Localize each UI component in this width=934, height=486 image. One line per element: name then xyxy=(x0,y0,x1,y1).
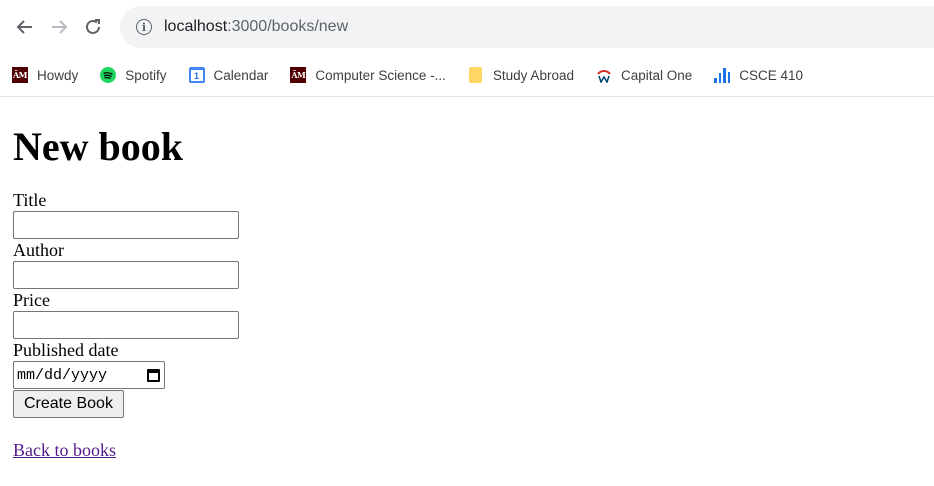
tamu-logo-icon: ĀM xyxy=(290,67,307,83)
back-to-books-link[interactable]: Back to books xyxy=(13,440,116,461)
price-input[interactable] xyxy=(13,311,239,339)
bookmark-label: Study Abroad xyxy=(492,67,574,83)
bookmark-calendar[interactable]: 1 Calendar xyxy=(188,67,269,83)
bookmark-label: Howdy xyxy=(37,67,79,83)
date-placeholder: mm/dd/yyyy xyxy=(17,366,108,384)
author-label: Author xyxy=(13,240,64,260)
bookmarks-bar: ĀM Howdy Spotify 1 Calendar ĀM Computer … xyxy=(0,54,934,96)
title-input[interactable] xyxy=(13,211,239,239)
browser-chrome: i localhost:3000/books/new ĀM Howdy Spot… xyxy=(0,0,934,97)
bookmark-label: Calendar xyxy=(213,67,269,83)
calendar-picker-icon[interactable] xyxy=(147,368,160,382)
url-path: :3000/books/new xyxy=(227,18,349,35)
bookmark-label: Capital One xyxy=(620,67,693,83)
bookmark-label: Computer Science -... xyxy=(315,67,446,83)
calendar-icon: 1 xyxy=(188,67,205,83)
page-title: New book xyxy=(13,124,184,169)
capital-one-icon xyxy=(596,67,612,83)
bookmark-label: Spotify xyxy=(125,67,167,83)
browser-toolbar: i localhost:3000/books/new xyxy=(0,0,934,54)
info-icon[interactable]: i xyxy=(136,19,152,35)
url-host: localhost xyxy=(164,18,228,35)
bookmark-label: CSCE 410 xyxy=(739,67,804,83)
bookmark-spotify[interactable]: Spotify xyxy=(100,67,167,83)
create-book-button[interactable]: Create Book xyxy=(13,390,124,418)
bookmark-howdy[interactable]: ĀM Howdy xyxy=(12,67,78,83)
address-bar[interactable]: i localhost:3000/books/new xyxy=(120,6,934,48)
new-book-form: Title Author Price Published date mm/dd/… xyxy=(13,189,921,418)
bookmark-study-abroad[interactable]: Study Abroad xyxy=(468,67,574,83)
tamu-logo-icon: ĀM xyxy=(12,67,28,83)
published-date-input[interactable]: mm/dd/yyyy xyxy=(13,361,165,389)
bookmark-capital-one[interactable]: Capital One xyxy=(596,67,692,83)
bookmark-csce-410[interactable]: CSCE 410 xyxy=(714,67,803,83)
page-content: New book Title Author Price Published da… xyxy=(0,127,934,461)
reload-icon[interactable] xyxy=(76,10,110,44)
title-label: Title xyxy=(13,190,47,210)
folder-icon xyxy=(468,67,484,83)
back-arrow-icon[interactable] xyxy=(8,10,42,44)
author-input[interactable] xyxy=(13,261,239,289)
published-date-label: Published date xyxy=(13,340,119,360)
forward-arrow-icon[interactable] xyxy=(42,10,76,44)
bar-chart-icon xyxy=(714,67,731,83)
price-label: Price xyxy=(13,290,50,310)
bookmark-computer-science[interactable]: ĀM Computer Science -... xyxy=(290,67,446,83)
spotify-icon xyxy=(100,67,117,83)
